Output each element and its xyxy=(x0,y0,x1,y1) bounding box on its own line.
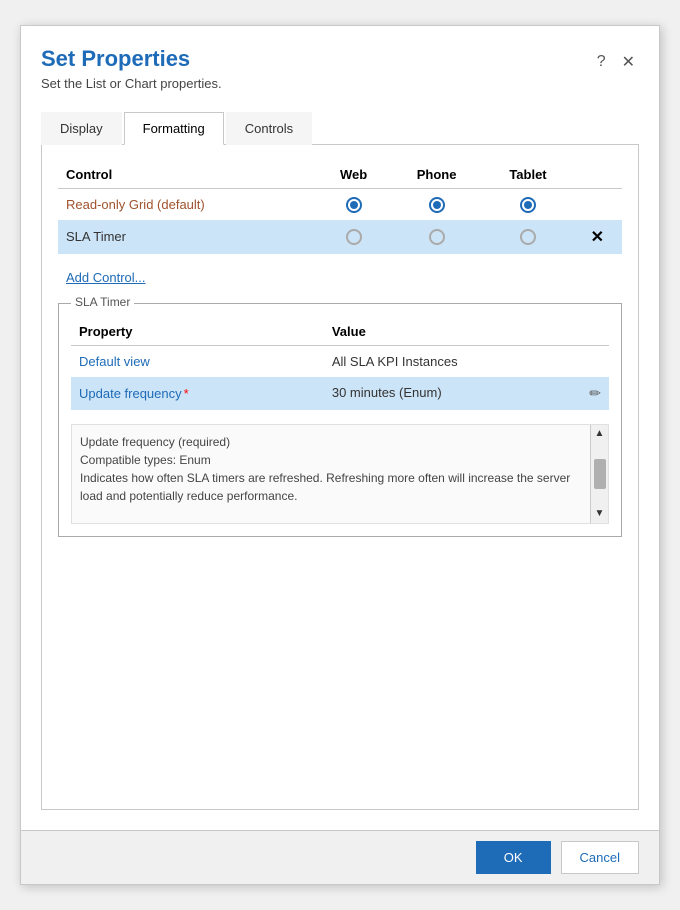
controls-table: Control Web Phone Tablet Read-only Grid … xyxy=(58,161,622,254)
description-text: Update frequency (required)Compatible ty… xyxy=(80,435,570,503)
radio-tablet-readonly[interactable] xyxy=(520,197,536,213)
col-header-tablet: Tablet xyxy=(483,161,572,189)
col-header-web: Web xyxy=(317,161,389,189)
tab-display[interactable]: Display xyxy=(41,112,122,145)
ok-button[interactable]: OK xyxy=(476,841,551,874)
radio-tablet-sla[interactable] xyxy=(520,229,536,245)
tabs-container: Display Formatting Controls xyxy=(41,111,639,145)
dialog-header: Set Properties Set the List or Chart pro… xyxy=(21,26,659,101)
set-properties-dialog: Set Properties Set the List or Chart pro… xyxy=(20,25,660,885)
radio-phone-sla[interactable] xyxy=(429,229,445,245)
scroll-down-button[interactable]: ▼ xyxy=(593,507,607,521)
dialog-footer: OK Cancel xyxy=(21,830,659,884)
table-row: SLA Timer ✕ xyxy=(58,220,622,254)
required-marker: * xyxy=(184,386,189,401)
edit-icon[interactable]: ✏ xyxy=(589,385,601,402)
control-name-sla: SLA Timer xyxy=(66,229,126,244)
prop-header-value: Value xyxy=(324,318,609,346)
dialog-subtitle: Set the List or Chart properties. xyxy=(41,76,593,91)
description-box: Update frequency (required)Compatible ty… xyxy=(71,424,609,524)
col-header-control: Control xyxy=(58,161,317,189)
dialog-header-icons: ? ✕ xyxy=(593,46,639,74)
prop-name-default-view: Default view xyxy=(79,354,150,369)
dialog-title-area: Set Properties Set the List or Chart pro… xyxy=(41,46,593,91)
add-control-link[interactable]: Add Control... xyxy=(66,270,146,285)
close-icon[interactable]: ✕ xyxy=(618,50,639,74)
sla-timer-section: SLA Timer Property Value Default view xyxy=(58,303,622,537)
dialog-title: Set Properties xyxy=(41,46,593,72)
delete-sla-button[interactable]: ✕ xyxy=(591,229,604,246)
prop-row: Default view All SLA KPI Instances xyxy=(71,345,609,377)
radio-phone-readonly[interactable] xyxy=(429,197,445,213)
prop-header-property: Property xyxy=(71,318,324,346)
help-icon[interactable]: ? xyxy=(593,51,610,73)
radio-web-readonly[interactable] xyxy=(346,197,362,213)
prop-value-default-view: All SLA KPI Instances xyxy=(332,354,458,369)
prop-row: Update frequency* 30 minutes (Enum) ✏ xyxy=(71,377,609,410)
col-header-phone: Phone xyxy=(390,161,483,189)
panel-content: Control Web Phone Tablet Read-only Grid … xyxy=(41,145,639,810)
scroll-thumb[interactable] xyxy=(594,459,606,489)
properties-table: Property Value Default view All SLA KPI … xyxy=(71,318,609,410)
tab-formatting[interactable]: Formatting xyxy=(124,112,224,145)
sla-section-label: SLA Timer xyxy=(71,295,134,309)
scrollbar[interactable]: ▲ ▼ xyxy=(590,425,608,523)
scroll-up-button[interactable]: ▲ xyxy=(593,427,607,441)
control-name-link-readonly[interactable]: Read-only Grid (default) xyxy=(66,197,205,212)
cancel-button[interactable]: Cancel xyxy=(561,841,639,874)
tab-controls[interactable]: Controls xyxy=(226,112,312,145)
prop-value-update-freq: 30 minutes (Enum) xyxy=(332,385,442,400)
prop-name-update-freq: Update frequency xyxy=(79,386,182,401)
table-row: Read-only Grid (default) xyxy=(58,189,622,220)
dialog-body: Display Formatting Controls Control Web … xyxy=(21,101,659,830)
radio-web-sla[interactable] xyxy=(346,229,362,245)
